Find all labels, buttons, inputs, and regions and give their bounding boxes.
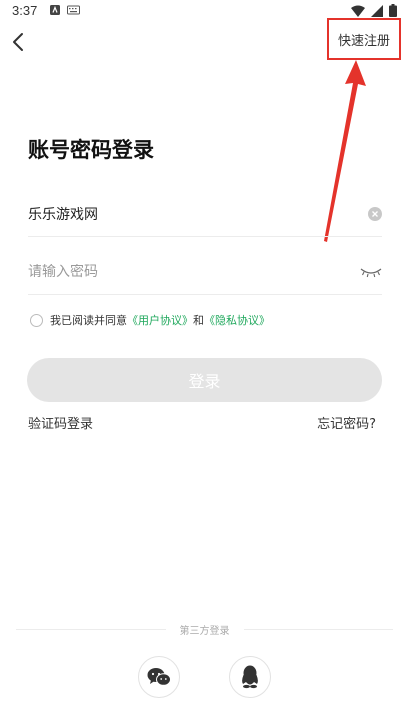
agreement-prefix: 我已阅读并同意 [50, 314, 127, 327]
wechat-icon [147, 668, 171, 686]
back-icon[interactable] [8, 30, 32, 54]
qq-icon [242, 665, 258, 689]
keyboard-icon [67, 5, 80, 15]
status-time: 3:37 [12, 3, 38, 18]
account-input[interactable] [28, 206, 308, 222]
agreement-and: 和 [193, 314, 204, 327]
password-field[interactable] [28, 250, 382, 295]
privacy-agreement-link[interactable]: 《隐私协议》 [204, 312, 270, 328]
third-party-label: 第三方登录 [179, 626, 230, 637]
third-party-divider: 第三方登录 [16, 622, 393, 637]
eye-closed-icon[interactable] [360, 266, 382, 278]
agree-checkbox[interactable] [30, 313, 43, 327]
user-agreement-link[interactable]: 《用户协议》 [127, 312, 193, 328]
quick-register-button[interactable]: 快速注册 [327, 18, 401, 60]
qq-login-button[interactable] [229, 656, 271, 698]
account-field[interactable] [28, 192, 382, 237]
agreement-row: 我已阅读并同意 《用户协议》 和 《隐私协议》 [30, 312, 270, 328]
wechat-login-button[interactable] [138, 656, 180, 698]
battery-icon [389, 4, 397, 17]
page-title: 账号密码登录 [28, 138, 154, 162]
divider-line-right [243, 629, 393, 630]
forgot-password-link[interactable]: 忘记密码? [317, 413, 376, 432]
signal-icon [371, 4, 383, 17]
password-input[interactable] [28, 264, 308, 280]
wifi-icon [351, 5, 365, 17]
divider-line-left [16, 629, 166, 630]
status-indicators [351, 4, 397, 17]
login-button[interactable]: 登录 [27, 358, 382, 402]
app-notification-icon [50, 5, 60, 15]
clear-icon[interactable] [368, 207, 382, 221]
sms-login-link[interactable]: 验证码登录 [28, 413, 93, 432]
